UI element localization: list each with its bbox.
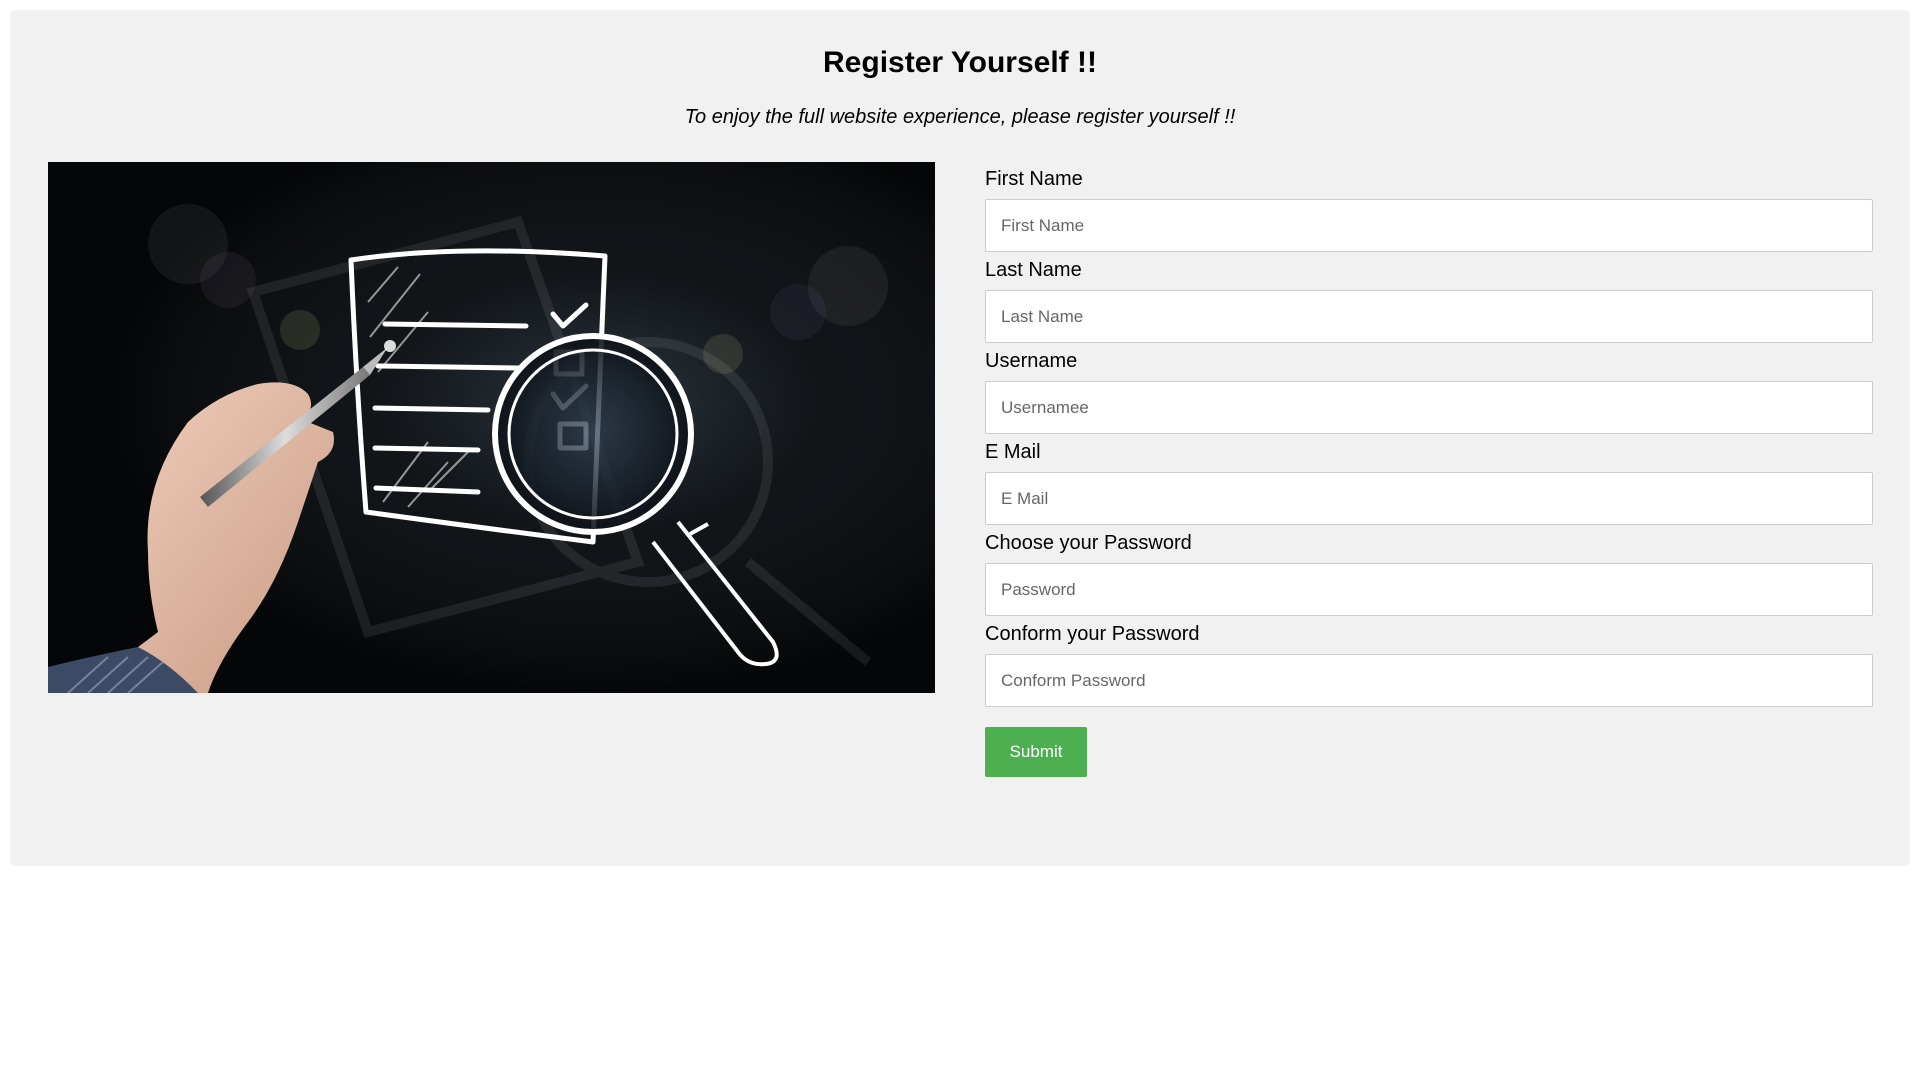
password-input[interactable] [985,563,1873,616]
registration-card: Register Yourself !! To enjoy the full w… [10,10,1910,866]
submit-button[interactable]: Submit [985,727,1087,777]
first-name-input[interactable] [985,199,1873,252]
confirm-password-input[interactable] [985,654,1873,707]
email-input[interactable] [985,472,1873,525]
page-subtitle: To enjoy the full website experience, pl… [684,106,1236,128]
page-title: Register Yourself !! [823,46,1097,79]
email-label: E Mail [985,441,1041,463]
confirm-password-label: Conform your Password [985,623,1200,645]
last-name-label: Last Name [985,259,1082,281]
first-name-label: First Name [985,168,1083,190]
registration-illustration-icon [48,162,935,693]
username-label: Username [985,350,1078,372]
last-name-input[interactable] [985,290,1873,343]
registration-form: First Name Last Name Username E Mail Cho… [985,162,1873,777]
password-label: Choose your Password [985,532,1192,554]
username-input[interactable] [985,381,1873,434]
